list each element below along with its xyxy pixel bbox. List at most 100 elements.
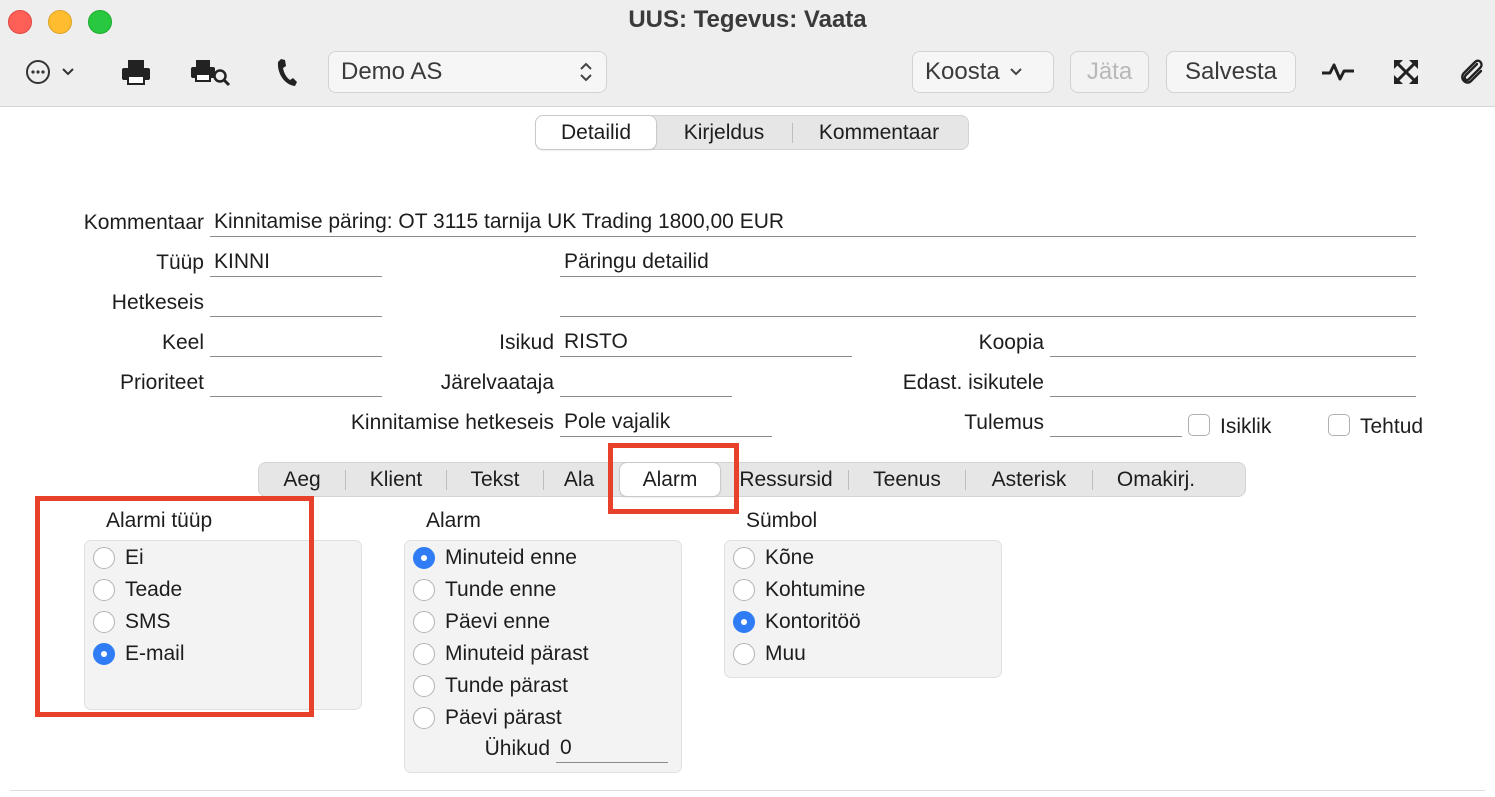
print-preview-icon [191,60,231,87]
tab-kirjeldus[interactable]: Kirjeldus [656,116,792,149]
symbol-option-kontoritoo[interactable]: Kontoritöö [733,610,861,634]
activity-button[interactable] [1318,52,1358,92]
jata-label: Jäta [1086,58,1133,85]
alarm-option-paevi-enne[interactable]: Päevi enne [413,610,550,634]
window-title: UUS: Tegevus: Vaata [628,6,867,33]
hetkeseis-label: Hetkeseis [111,291,204,314]
chevron-down-icon [1010,68,1022,76]
alarm-option-minuteid-parast[interactable]: Minuteid pärast [413,642,589,666]
alarm-option-paevi-parast[interactable]: Päevi pärast [413,706,562,730]
alarm-title: Alarm [426,509,481,532]
tab-ressursid[interactable]: Ressursid [724,463,848,496]
radio-tunde-enne[interactable] [413,579,435,601]
radio-paevi-parast[interactable] [413,707,435,729]
radio-kohtumine[interactable] [733,579,755,601]
attachment-button[interactable] [1452,52,1492,92]
symbol-option-muu[interactable]: Muu [733,642,806,666]
radio-label: Minuteid enne [445,546,577,569]
uhikud-field[interactable]: 0 [556,735,668,763]
jarelvaataja-field[interactable] [560,369,732,397]
tyyp-label: Tüüp [156,251,204,274]
radio-label: Minuteid pärast [445,642,589,665]
tab-kommentaar[interactable]: Kommentaar [793,116,965,149]
tehtud-label: Tehtud [1360,415,1424,438]
tab-tekst[interactable]: Tekst [447,463,543,496]
print-button[interactable] [116,52,156,92]
koopia-field[interactable] [1050,329,1416,357]
kinnitamise-hetkeseis-field[interactable]: Pole vajalik [560,409,772,437]
print-preview-button[interactable] [188,52,234,92]
printer-icon [122,60,150,85]
uhikud-label: Ühikud [484,737,550,760]
radio-label: Päevi enne [445,610,551,633]
edast-isikutele-field[interactable] [1050,369,1416,397]
isiklik-checkbox[interactable] [1188,414,1210,436]
kinnitamise-hetkeseis-label: Kinnitamise hetkeseis [350,411,554,434]
fullscreen-button[interactable] [1386,52,1426,92]
tulemus-label: Tulemus [964,411,1044,434]
call-button[interactable] [268,52,304,92]
keel-label: Keel [161,331,204,354]
waveform-icon [1322,63,1354,81]
tyyp-field[interactable]: KINNI [210,249,382,277]
expand-arrows-icon [1394,60,1418,84]
isiklik-label: Isiklik [1220,415,1272,438]
window-chrome: UUS: Tegevus: Vaata Demo AS Koosta Jäta … [0,0,1495,107]
radio-label: Kõne [765,546,815,569]
company-select-value: Demo AS [341,58,443,85]
prioriteet-field[interactable] [210,369,382,397]
jata-button[interactable]: Jäta [1070,51,1149,93]
kommentaar-label: Kommentaar [83,211,204,234]
alarm-tab-highlight [608,443,739,514]
alarm-type-highlight [35,496,314,717]
salvesta-label: Salvesta [1184,58,1278,85]
isikud-field[interactable]: RISTO [560,329,852,357]
keel-field[interactable] [210,329,382,357]
more-actions-button[interactable] [18,52,82,92]
tab-klient[interactable]: Klient [346,463,446,496]
radio-minuteid-enne[interactable] [413,547,435,569]
symbol-option-kohtumine[interactable]: Kohtumine [733,578,865,602]
tab-aeg[interactable]: Aeg [259,463,345,496]
phone-icon [277,59,297,86]
alarm-option-tunde-enne[interactable]: Tunde enne [413,578,556,602]
koosta-label: Koosta [925,58,1000,85]
chevron-down-icon [62,68,74,76]
bottom-divider [10,790,1485,791]
jarelvaataja-label: Järelvaataja [440,371,554,394]
alarm-option-minuteid-enne[interactable]: Minuteid enne [413,546,577,570]
radio-tunde-parast[interactable] [413,675,435,697]
tulemus-field[interactable] [1050,409,1182,437]
prioriteet-label: Prioriteet [119,371,204,394]
koosta-menu-button[interactable]: Koosta [912,51,1054,93]
tab-teenus[interactable]: Teenus [849,463,965,496]
paringu-detailid-field[interactable]: Päringu detailid [560,249,1416,277]
tehtud-checkbox[interactable] [1328,414,1350,436]
radio-kontoritoo[interactable] [733,611,755,633]
alarm-option-tunde-parast[interactable]: Tunde pärast [413,674,568,698]
paringu-detailid-field-2[interactable] [560,289,1416,317]
hetkeseis-field[interactable] [210,289,382,317]
kommentaar-field[interactable]: Kinnitamise päring: OT 3115 tarnija UK T… [210,209,1416,237]
tab-detailid[interactable]: Detailid [536,116,656,149]
edast-isikutele-label: Edast. isikutele [902,371,1044,394]
tab-ala[interactable]: Ala [544,463,614,496]
radio-muu[interactable] [733,643,755,665]
radio-paevi-enne[interactable] [413,611,435,633]
radio-label: Muu [765,642,806,665]
radio-kone[interactable] [733,547,755,569]
tab-omakirj[interactable]: Omakirj. [1093,463,1219,496]
ellipsis-circle-icon [26,60,50,84]
symbol-option-kone[interactable]: Kõne [733,546,814,570]
radio-label: Kohtumine [765,578,866,601]
sub-tab-bar: Aeg Klient Tekst Ala Alarm Ressursid Tee… [258,462,1246,497]
company-select[interactable]: Demo AS [328,51,607,93]
top-tab-bar: Detailid Kirjeldus Kommentaar [535,115,969,150]
radio-label: Tunde enne [445,578,557,601]
isikud-label: Isikud [499,331,554,354]
salvesta-button[interactable]: Salvesta [1166,51,1296,93]
chevron-updown-icon [580,62,592,82]
tab-asterisk[interactable]: Asterisk [966,463,1092,496]
radio-minuteid-parast[interactable] [413,643,435,665]
radio-label: Päevi pärast [445,706,562,729]
